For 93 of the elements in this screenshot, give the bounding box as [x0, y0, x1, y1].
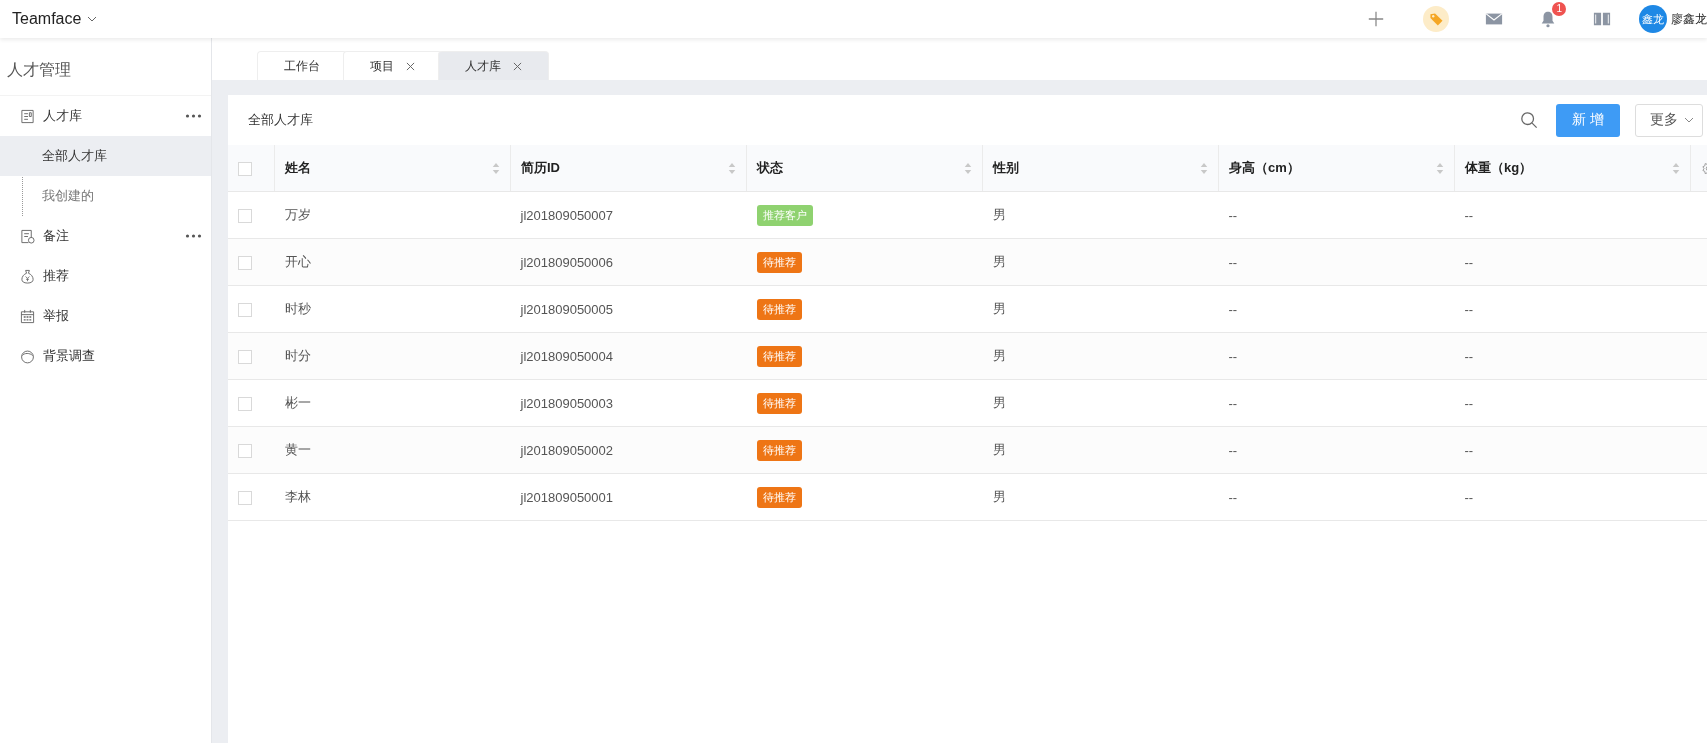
row-checkbox[interactable] — [238, 302, 252, 317]
table-cell: 开心 — [284, 254, 311, 269]
sidebar-subitem[interactable]: 全部人才库 — [0, 136, 211, 176]
table-cell: 黄一 — [284, 442, 311, 457]
column-header[interactable]: 状态 — [746, 145, 983, 192]
row-checkbox[interactable] — [238, 490, 252, 505]
table-cell: jl201809050005 — [520, 301, 614, 317]
table-cell: jl201809050007 — [520, 207, 614, 223]
table-cell: 男 — [992, 348, 1006, 363]
sidebar-item[interactable]: 人才库 — [0, 96, 211, 136]
table-cell: 男 — [992, 395, 1006, 410]
sort-icon[interactable] — [728, 161, 736, 175]
table-cell: 男 — [992, 442, 1006, 457]
search-icon[interactable] — [1520, 111, 1538, 129]
table-cell: -- — [1228, 254, 1238, 270]
user-avatar[interactable]: 鑫龙 — [1639, 5, 1667, 33]
tag-icon[interactable] — [1423, 6, 1449, 32]
sidebar-item[interactable]: 举报 — [0, 296, 211, 336]
column-header[interactable]: 性别 — [982, 145, 1219, 192]
table-cell: 男 — [992, 489, 1006, 504]
status-tag: 推荐客户 — [756, 204, 813, 226]
column-header[interactable]: 姓名 — [274, 145, 511, 192]
status-tag: 待推荐 — [756, 251, 802, 273]
table-cell: 万岁 — [284, 207, 311, 222]
table-cell: -- — [1228, 442, 1238, 458]
select-all-checkbox[interactable] — [238, 161, 252, 176]
sort-icon[interactable] — [492, 161, 500, 175]
list-icon — [20, 108, 35, 124]
sidebar-item[interactable]: 备注 — [0, 216, 211, 256]
table-cell: 男 — [992, 301, 1006, 316]
table-cell: jl201809050002 — [520, 442, 614, 458]
plus-icon[interactable] — [1367, 10, 1385, 28]
money-bag-icon — [20, 268, 35, 284]
close-icon[interactable] — [406, 61, 415, 71]
row-checkbox[interactable] — [238, 443, 252, 458]
table-cell: 时分 — [284, 348, 311, 363]
row-checkbox[interactable] — [238, 208, 252, 223]
tab[interactable]: 人才库 — [438, 51, 549, 80]
row-checkbox[interactable] — [238, 396, 252, 411]
table-cell: -- — [1228, 348, 1238, 364]
table-cell: -- — [1228, 489, 1238, 505]
column-header[interactable]: 体重（kg） — [1454, 145, 1691, 192]
user-name[interactable]: 廖鑫龙 — [1671, 10, 1707, 28]
more-icon[interactable] — [185, 234, 202, 238]
table-cell: -- — [1464, 489, 1474, 505]
table-cell: jl201809050003 — [520, 395, 614, 411]
more-button[interactable]: 更多 — [1635, 103, 1703, 137]
column-header[interactable]: 身高（cm） — [1218, 145, 1455, 192]
table-cell: jl201809050001 — [520, 489, 614, 505]
table-cell: -- — [1464, 442, 1474, 458]
row-checkbox[interactable] — [238, 349, 252, 364]
calendar-icon — [20, 308, 35, 324]
table-cell: -- — [1464, 207, 1474, 223]
table-cell: 李林 — [284, 489, 311, 504]
more-icon[interactable] — [185, 114, 202, 118]
column-header[interactable]: 简历ID — [510, 145, 747, 192]
brand-menu[interactable]: Teamface — [12, 10, 98, 28]
table-cell: jl201809050004 — [520, 348, 614, 364]
table-cell: 男 — [992, 207, 1006, 222]
notification-badge: 1 — [1552, 2, 1566, 16]
table-cell: -- — [1464, 254, 1474, 270]
status-tag: 待推荐 — [756, 486, 802, 508]
table-cell: 彬一 — [284, 395, 311, 410]
status-tag: 待推荐 — [756, 439, 802, 461]
bell-icon[interactable] — [1539, 10, 1557, 28]
sidebar-item[interactable]: 背景调查 — [0, 336, 211, 376]
chevron-down-icon — [87, 16, 98, 22]
book-icon[interactable] — [1593, 10, 1611, 28]
status-tag: 待推荐 — [756, 392, 802, 414]
table-cell: -- — [1228, 301, 1238, 317]
status-tag: 待推荐 — [756, 345, 802, 367]
table-cell: -- — [1228, 207, 1238, 223]
chevron-down-icon — [1684, 117, 1694, 123]
table-cell: jl201809050006 — [520, 254, 614, 270]
sort-icon[interactable] — [1436, 161, 1444, 175]
face-icon — [20, 348, 35, 364]
table-cell: -- — [1464, 395, 1474, 411]
note-icon — [20, 228, 35, 244]
table-cell: -- — [1228, 395, 1238, 411]
sidebar-subitem[interactable]: 我创建的 — [0, 176, 211, 216]
sidebar-item[interactable]: 推荐 — [0, 256, 211, 296]
close-icon[interactable] — [513, 61, 522, 71]
status-tag: 待推荐 — [756, 298, 802, 320]
row-checkbox[interactable] — [238, 255, 252, 270]
sort-icon[interactable] — [1200, 161, 1208, 175]
table-cell: -- — [1464, 348, 1474, 364]
table-cell: 时秒 — [284, 301, 311, 316]
table-cell: -- — [1464, 301, 1474, 317]
sidebar-title: 人才管理 — [0, 38, 211, 96]
sort-icon[interactable] — [1672, 161, 1680, 175]
sort-icon[interactable] — [964, 161, 972, 175]
table-cell: 男 — [992, 254, 1006, 269]
list-title: 全部人才库 — [248, 111, 314, 129]
